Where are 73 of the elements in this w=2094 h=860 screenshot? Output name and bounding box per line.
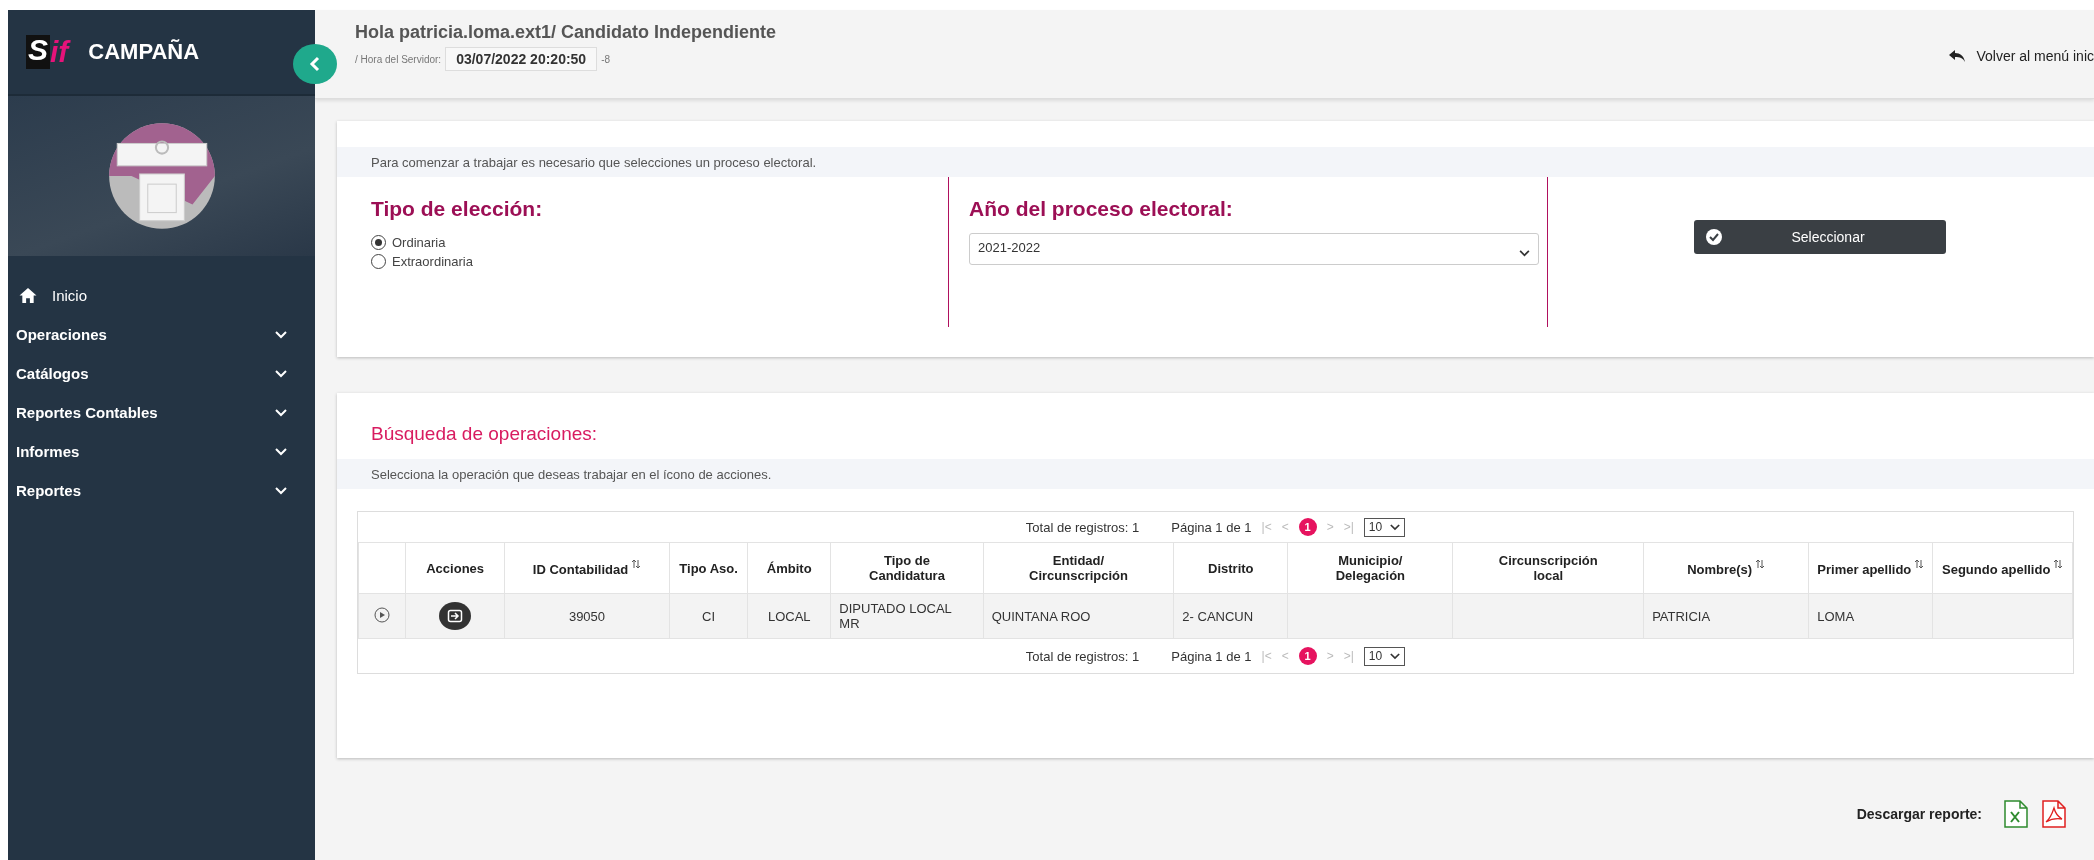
table-cell: DIPUTADO LOCAL MR — [839, 601, 952, 631]
sort-icon[interactable] — [2053, 558, 2064, 569]
page-indicator: Página 1 de 1 — [1171, 519, 1252, 535]
collapse-button[interactable] — [293, 44, 337, 84]
table-cell: LOMA — [1817, 608, 1855, 624]
column-header: Primer apellido — [1817, 562, 1912, 578]
timezone-label: -8 — [601, 53, 611, 65]
table-cell: 39050 — [568, 608, 606, 624]
caret-icon — [1390, 523, 1401, 531]
chevron-left-icon — [309, 56, 321, 72]
greeting-title: Hola patricia.loma.ext1/ Candidato Independiente — [355, 22, 777, 43]
sort-icon[interactable] — [1914, 558, 1925, 569]
column-header: Municipio/ Delegación — [1334, 553, 1406, 583]
column-header: Circunscripción local — [1497, 553, 1599, 583]
section-title: Tipo de elección: — [371, 197, 544, 221]
radio-option[interactable]: Ordinaria — [371, 233, 948, 252]
actions-button[interactable] — [439, 602, 472, 630]
excel-file-icon[interactable] — [2004, 800, 2028, 828]
section-title: Año del proceso electoral: — [969, 197, 1234, 221]
logo: Sif — [26, 35, 69, 69]
sidebar-item[interactable]: Reportes Contables — [8, 393, 315, 432]
total-records: Total de registros: 1 — [1025, 519, 1140, 535]
page-indicator: Página 1 de 1 — [1171, 648, 1252, 664]
column-header: Segundo apellido — [1942, 562, 2051, 578]
enter-icon — [447, 608, 464, 624]
page-size-dropdown[interactable]: 10 — [1363, 517, 1406, 537]
caret-icon — [1519, 250, 1530, 257]
table-cell: CI — [702, 608, 716, 624]
select-button[interactable]: Seleccionar — [1694, 220, 1946, 254]
column-header: Entidad/ Circunscripción — [1028, 553, 1129, 583]
chevron-icon — [275, 408, 287, 417]
table-cell: LOCAL — [767, 608, 811, 624]
total-records: Total de registros: 1 — [1025, 648, 1140, 664]
column-header: Tipo de Candidatura — [868, 553, 946, 583]
section-title: Búsqueda de operaciones: — [370, 423, 599, 445]
table-cell: PATRICIA — [1652, 608, 1711, 624]
expand-row-icon[interactable] — [374, 606, 391, 623]
column-header: ID Contabilidad — [532, 562, 629, 578]
page-size-dropdown[interactable]: 10 — [1363, 646, 1406, 666]
sidebar-item[interactable]: Informes — [8, 432, 315, 471]
sidebar-item[interactable]: Inicio — [8, 276, 315, 315]
pdf-file-icon[interactable] — [2042, 800, 2066, 828]
year-dropdown[interactable]: 2021-2022 — [969, 233, 1539, 265]
server-time-label: / Hora del Servidor: — [355, 53, 442, 65]
sidebar-item[interactable]: Catálogos — [8, 354, 315, 393]
radio-option[interactable]: Extraordinaria — [371, 252, 948, 271]
column-header: Nombre(s) — [1687, 562, 1753, 578]
chevron-icon — [275, 330, 287, 339]
column-header: Tipo Aso. — [679, 560, 738, 576]
caret-icon — [1390, 652, 1401, 660]
chevron-icon — [275, 486, 287, 495]
table-cell: QUINTANA ROO — [991, 608, 1091, 624]
reply-arrow-icon — [1948, 49, 1967, 63]
back-link[interactable]: Volver al menú inic — [1948, 48, 2094, 64]
column-header: Ámbito — [766, 560, 812, 576]
current-page-button[interactable]: 1 — [1298, 647, 1317, 665]
sidebar-item[interactable]: Operaciones — [8, 315, 315, 354]
chevron-icon — [275, 447, 287, 456]
sort-icon[interactable] — [1755, 558, 1766, 569]
app-title: CAMPAÑA — [88, 39, 200, 65]
notice-text: Selecciona la operación que deseas trabajar en el ícono de acciones. — [371, 466, 772, 482]
sort-icon[interactable] — [631, 558, 642, 569]
current-page-button[interactable]: 1 — [1298, 518, 1317, 536]
column-header: Distrito — [1208, 560, 1254, 576]
home-icon — [18, 287, 38, 304]
column-header: Acciones — [426, 560, 485, 576]
server-time: 03/07/2022 20:20:50 — [445, 47, 598, 71]
chevron-icon — [275, 369, 287, 378]
notice-text: Para comenzar a trabajar es necesario que selecciones un proceso electoral. — [371, 154, 817, 170]
table-cell: 2- CANCUN — [1182, 608, 1254, 624]
sidebar-item[interactable]: Reportes — [8, 471, 315, 510]
check-circle-icon — [1706, 229, 1722, 245]
download-label: Descargar reporte: — [1856, 806, 1982, 822]
